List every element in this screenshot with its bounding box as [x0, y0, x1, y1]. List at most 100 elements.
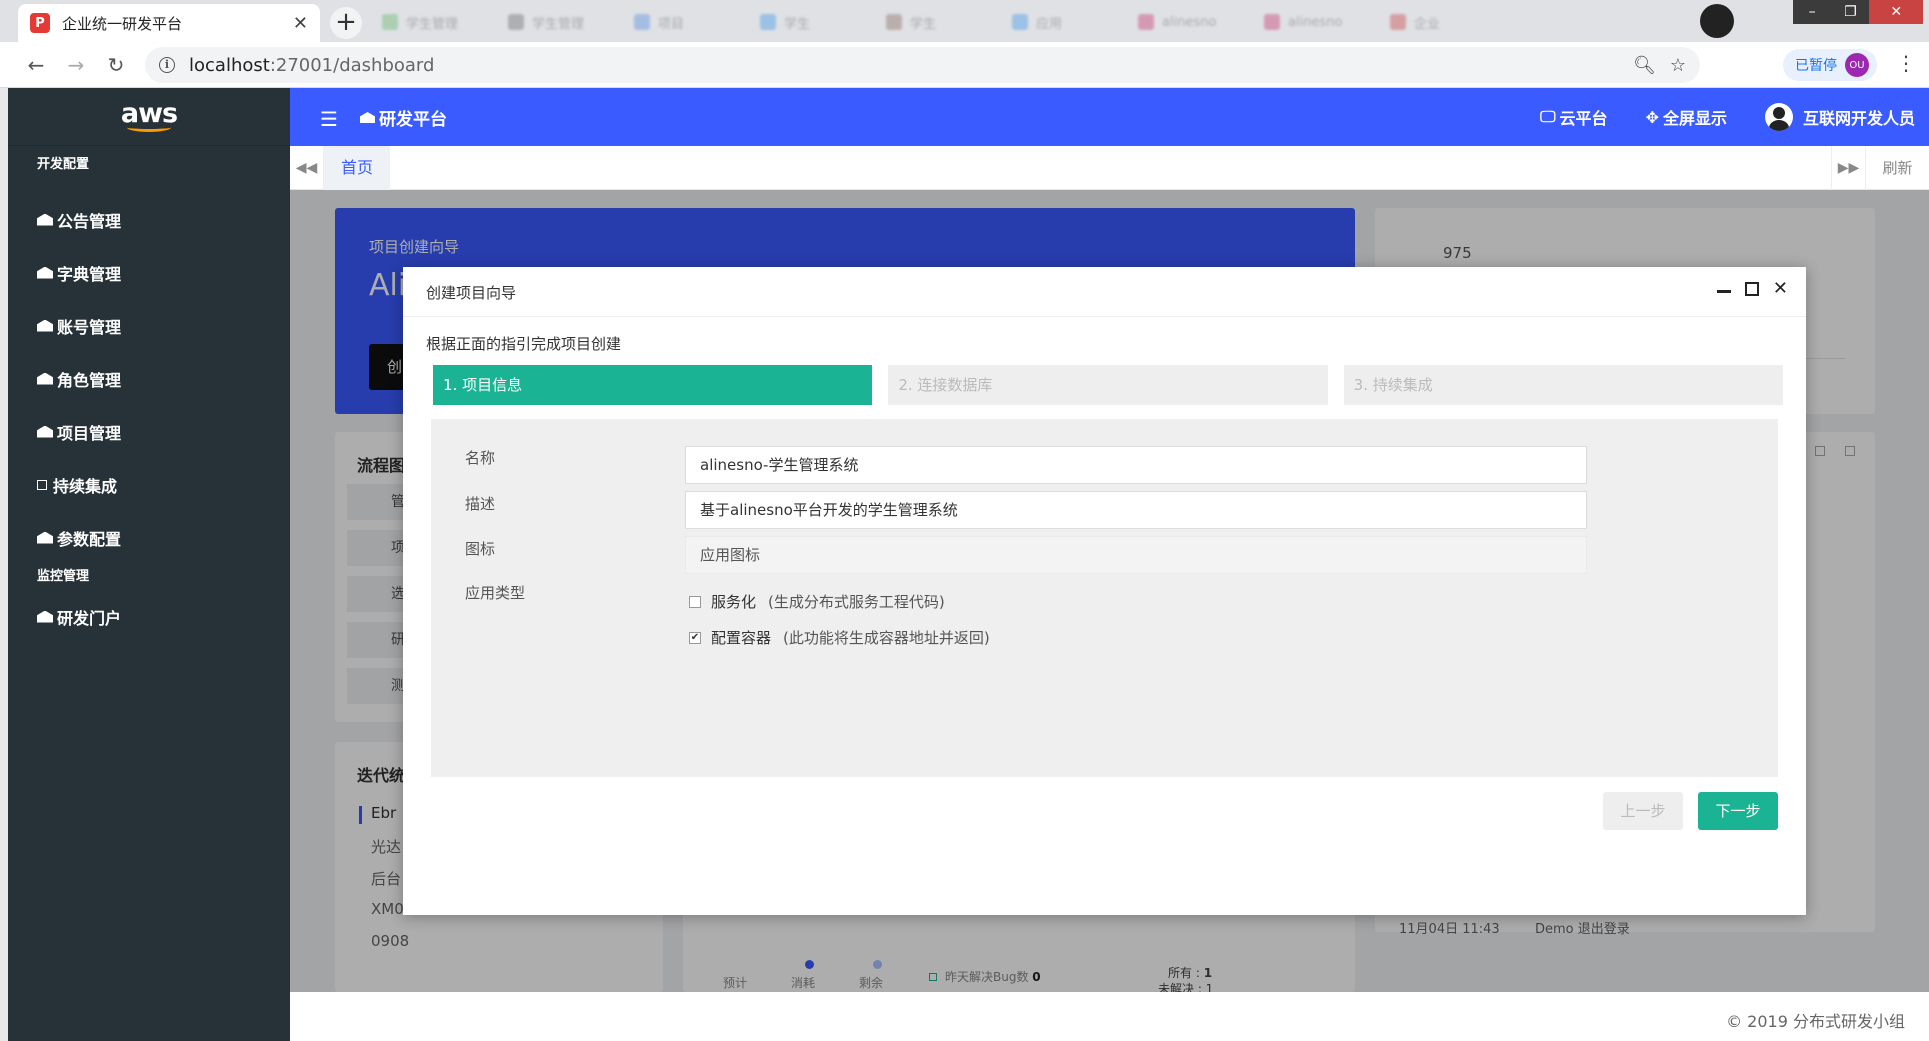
sidebar-item-持续集成[interactable]: 持续集成 [8, 458, 290, 511]
sidebar-item-label: 研发门户 [57, 608, 122, 628]
tab-favicon-icon [1138, 14, 1154, 30]
back-icon[interactable]: ← [22, 51, 50, 79]
app-type-option[interactable]: 服务化 (生成分布式服务工程代码) [689, 591, 945, 612]
browser-tab-active[interactable]: P 企业统一研发平台 ✕ [18, 4, 320, 42]
tab-close-icon[interactable]: ✕ [293, 13, 308, 34]
close-icon[interactable]: ✕ [1773, 279, 1788, 299]
profile-icon[interactable] [1700, 4, 1734, 38]
wizard-step[interactable]: 2. 连接数据库 [888, 365, 1328, 405]
background-tab[interactable]: 项目 [624, 8, 748, 36]
sidebar-item-label: 账号管理 [57, 317, 122, 337]
user-menu[interactable]: 互联网开发人员 [1764, 103, 1915, 131]
footer: © 2019 分布式研发小组 [290, 992, 1929, 1041]
user-name: 互联网开发人员 [1802, 109, 1915, 128]
fullscreen-link[interactable]: ✥ 全屏显示 [1646, 105, 1727, 129]
tab-favicon-icon [1390, 14, 1406, 30]
tab-favicon-icon [1012, 14, 1028, 30]
sidebar-item-字典管理[interactable]: 字典管理 [8, 246, 290, 299]
url-text: localhost:27001/dashboard [189, 55, 434, 76]
sidebar: aws 开发配置公告管理 字典管理账号管理角色管理项目管理持续集成 参数配置监控管理… [8, 88, 290, 1041]
wizard-steps: 1. 项目信息 2. 连接数据库 3. 持续集成 [433, 365, 1783, 405]
dialog-hint: 根据正面的指引完成项目创建 [426, 335, 622, 353]
background-tab-title: alinesno [1162, 14, 1217, 30]
zoom-icon[interactable]: 🔍︎ [1633, 55, 1656, 76]
wizard-step[interactable]: 3. 持续集成 [1343, 365, 1783, 405]
aws-logo[interactable]: aws [8, 88, 290, 146]
menu-toggle-icon[interactable]: ☰ [320, 107, 338, 131]
pinterest-favicon-icon: P [30, 13, 50, 33]
background-tab-title: 项目 [658, 16, 685, 32]
sidebar-item-公告管理[interactable]: 公告管理 [8, 193, 290, 246]
refresh-button[interactable]: 刷新 [1865, 146, 1929, 190]
tab-scroll-right-icon[interactable]: ▶▶ [1831, 146, 1865, 190]
next-step-button[interactable]: 下一步 [1698, 792, 1778, 830]
sidebar-section-title: 监控管理 [37, 569, 90, 584]
monitor-icon: 🖵︎ [1540, 107, 1556, 126]
create-project-dialog: 创建项目向导 ✕ 根据正面的指引完成项目创建 1. 项目信息 2. 连接数据库 3.… [403, 267, 1806, 915]
maximize-icon[interactable] [1744, 282, 1759, 296]
checkbox-checked-icon[interactable]: ✔ [689, 631, 701, 644]
description-input[interactable]: 基于alinesno平台开发的学生管理系统 [685, 491, 1587, 529]
background-tab[interactable]: 学生管理 [372, 8, 496, 36]
wizard-step[interactable]: 1. 项目信息 [433, 365, 873, 405]
icon-input[interactable]: 应用图标 [685, 536, 1587, 574]
background-tab[interactable]: 学生管理 [498, 8, 622, 36]
tab-favicon-icon [1264, 14, 1280, 30]
graduation-cap-icon [37, 213, 53, 226]
new-tab-button[interactable]: + [330, 7, 362, 39]
url-input[interactable]: i localhost:27001/dashboard 🔍︎ ☆ [145, 47, 1700, 83]
forward-icon[interactable]: → [62, 51, 90, 79]
graduation-cap-icon [37, 425, 53, 438]
icon-label: 图标 [465, 540, 496, 558]
background-tab[interactable]: alinesno [1128, 8, 1252, 36]
name-input[interactable]: alinesno-学生管理系统 [685, 446, 1587, 484]
option-description: (生成分布式服务工程代码) [768, 593, 945, 611]
sidebar-item-label: 项目管理 [57, 423, 122, 443]
sidebar-item-label: 角色管理 [57, 370, 122, 390]
checkbox-icon[interactable] [689, 595, 701, 608]
graduation-cap-icon [37, 266, 53, 279]
app-type-option[interactable]: ✔ 配置容器 (此功能将生成容器地址并返回) [689, 627, 990, 648]
sidebar-section-title: 开发配置 [37, 157, 90, 172]
tab-scroll-left-icon[interactable]: ◀◀ [290, 146, 324, 190]
browser-menu-icon[interactable]: ⋮ [1896, 51, 1916, 75]
background-tab[interactable]: 应用 [1002, 8, 1126, 36]
sidebar-item-账号管理[interactable]: 账号管理 [8, 299, 290, 352]
graduation-cap-icon [37, 531, 53, 544]
close-window-icon[interactable]: ✕ [1869, 0, 1923, 24]
tab-title: 企业统一研发平台 [62, 14, 183, 33]
sidebar-item-项目管理[interactable]: 项目管理 [8, 405, 290, 458]
tab-favicon-icon [382, 14, 398, 30]
cloud-platform-link[interactable]: 🖵︎ 云平台 [1540, 105, 1607, 129]
option-label: 服务化 [711, 593, 757, 611]
background-tab[interactable]: 企业 [1380, 8, 1504, 36]
previous-step-button[interactable]: 上一步 [1603, 792, 1683, 830]
logo-smile-icon [127, 123, 171, 132]
sidebar-item-研发门户[interactable]: 研发门户 [8, 590, 290, 643]
tab-home[interactable]: 首页 [324, 146, 390, 190]
reload-icon[interactable]: ↻ [102, 51, 130, 79]
bookmark-star-icon[interactable]: ☆ [1670, 55, 1686, 76]
project-info-form: 名称 alinesno-学生管理系统 描述 基于alinesno平台开发的学生管… [431, 419, 1778, 777]
sidebar-item-角色管理[interactable]: 角色管理 [8, 352, 290, 405]
background-tab[interactable]: 学生 [876, 8, 1000, 36]
browser-tabbar: P 企业统一研发平台 ✕ + 学生管理 学生管理 项目 学生 学生 应用 alinesno a… [0, 0, 1929, 42]
url-path: :27001/dashboard [269, 54, 435, 76]
sidebar-menu: 开发配置公告管理 字典管理账号管理角色管理项目管理持续集成 参数配置监控管理研发门户 [8, 158, 290, 643]
graduation-cap-icon [37, 610, 53, 623]
name-label: 名称 [465, 449, 496, 467]
url-host: localhost [189, 54, 270, 76]
background-tab[interactable]: alinesno [1254, 8, 1378, 36]
site-info-icon[interactable]: i [159, 57, 175, 73]
sync-paused-button[interactable]: 已暂停 OU [1783, 49, 1877, 81]
description-label: 描述 [465, 495, 496, 513]
brand[interactable]: 研发平台 [360, 105, 447, 130]
window-controls: – ❐ ✕ [1793, 0, 1923, 24]
background-tab[interactable]: 学生 [750, 8, 874, 36]
sidebar-item-参数配置[interactable]: 参数配置 [8, 511, 290, 564]
option-label: 配置容器 [711, 629, 772, 647]
minimize-icon[interactable] [1716, 279, 1731, 299]
restore-window-icon[interactable]: ❐ [1831, 0, 1869, 24]
square-icon [37, 479, 47, 490]
minimize-window-icon[interactable]: – [1793, 0, 1831, 24]
